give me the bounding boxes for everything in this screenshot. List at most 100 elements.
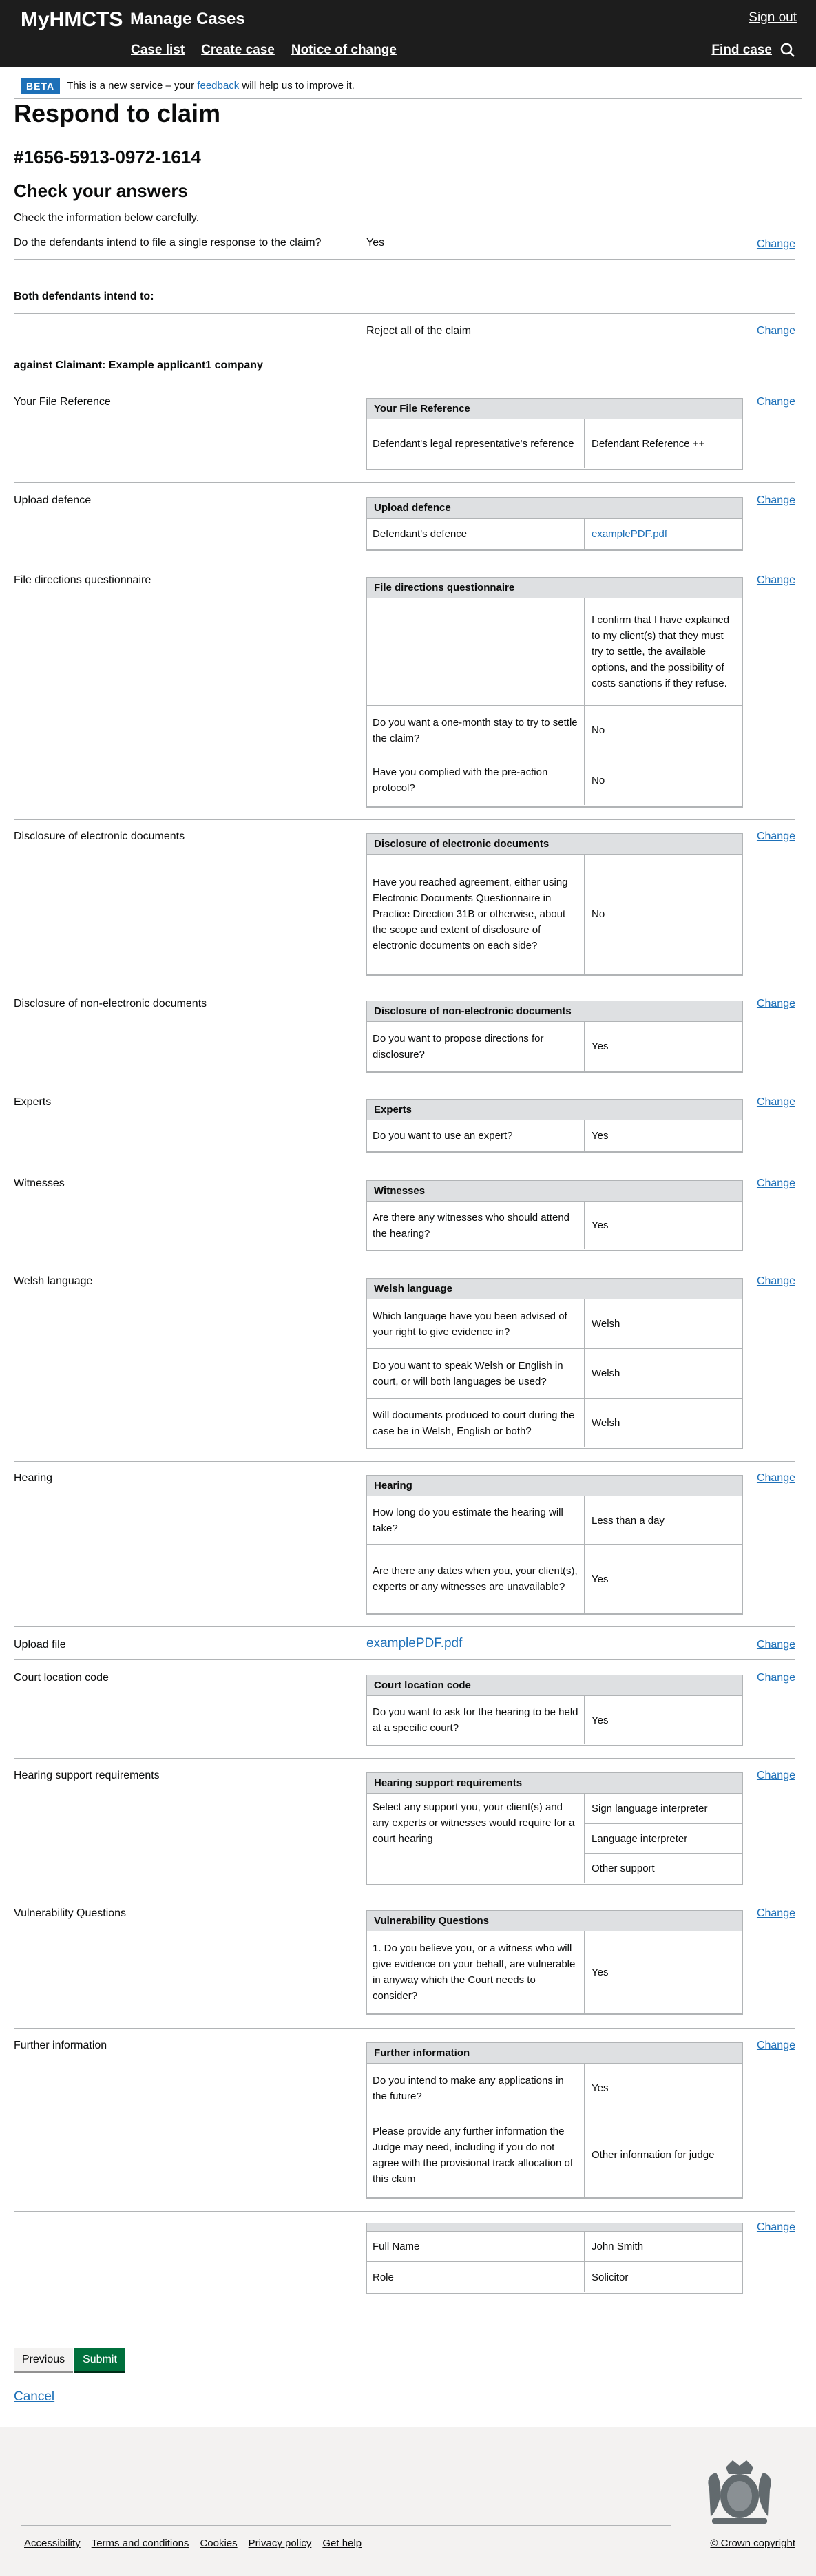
phase-banner: BETA This is a new service – your feedba… [14,73,802,99]
table-header: Upload defence [367,498,742,519]
change-link[interactable]: Change [757,1639,795,1651]
change-link[interactable]: Change [757,574,795,587]
table-question: Do you want a one-month stay to try to s… [367,706,585,755]
site-header: MyHMCTS Manage Cases Sign out Case list … [0,0,816,67]
change-link[interactable]: Change [757,325,795,337]
table-question: Are there any dates when you, your clien… [367,1545,585,1613]
table-question: Have you reached agreement, either using… [367,855,585,974]
change-link[interactable]: Change [757,238,795,251]
table-question: Will documents produced to court during … [367,1399,585,1447]
welsh-label: Welsh language [14,1275,93,1287]
footer-link-help[interactable]: Get help [322,2537,362,2549]
table-answer: Yes [592,2082,609,2094]
disclosure-non-electronic-label: Disclosure of non-electronic documents [14,998,207,1009]
table-answer: Yes [592,1714,609,1726]
divider [14,1461,795,1462]
crown-copyright-link[interactable]: © Crown copyright [710,2537,795,2549]
submit-button[interactable]: Submit [74,2348,125,2373]
table-answer: Welsh [592,1417,620,1429]
change-link[interactable]: Change [757,494,795,507]
change-link[interactable]: Change [757,1770,795,1782]
nav-create-case[interactable]: Create case [201,43,275,58]
court-location-label: Court location code [14,1672,109,1684]
change-link[interactable]: Change [757,396,795,408]
brand-logo[interactable]: MyHMCTS [21,8,123,32]
upload-file-link[interactable]: examplePDF.pdf [366,1636,462,1651]
crown-copyright: © Crown copyright [710,2537,795,2549]
table-question: Are there any witnesses who should atten… [367,1202,585,1249]
service-name[interactable]: Manage Cases [130,10,245,29]
table-question: Defendant's legal representative's refer… [367,419,585,468]
single-response-label: Do the defendants intend to file a singl… [14,237,322,249]
change-link[interactable]: Change [757,998,795,1010]
cancel-link[interactable]: Cancel [14,2389,54,2405]
upload-file-label: Upload file [14,1639,66,1651]
footer-link-terms[interactable]: Terms and conditions [92,2537,189,2549]
table-question [367,598,585,705]
table-question: Do you want to use an expert? [367,1120,585,1151]
vulnerability-label: Vulnerability Questions [14,1907,127,1919]
change-link[interactable]: Change [757,2040,795,2052]
change-link[interactable]: Change [757,1275,795,1288]
table-question: 1. Do you believe you, or a witness who … [367,1931,585,2013]
witnesses-table: Witnesses Are there any witnesses who sh… [366,1180,743,1251]
table-header: Experts [367,1100,742,1120]
experts-table: Experts Do you want to use an expert? Ye… [366,1099,743,1153]
table-header: Your File Reference [367,399,742,419]
table-question: Do you intend to make any applications i… [367,2064,585,2113]
find-case[interactable]: Find case [711,43,795,58]
defence-file-link[interactable]: examplePDF.pdf [592,526,667,542]
table-answer: Yes [592,1129,609,1142]
table-answer: Welsh [592,1368,620,1379]
hearing-support-label: Hearing support requirements [14,1770,160,1781]
table-row: How long do you estimate the hearing wil… [367,1496,742,1545]
change-link[interactable]: Change [757,1672,795,1684]
divider [14,2211,795,2212]
search-icon[interactable] [780,43,795,58]
support-item: Language interpreter [585,1824,742,1854]
change-link[interactable]: Change [757,830,795,843]
table-answer-list: Sign language interpreter Language inter… [585,1794,742,1883]
table-header: Hearing [367,1476,742,1496]
table-header: File directions questionnaire [367,578,742,598]
table-answer: Yes [592,1966,609,1978]
footer-link-cookies[interactable]: Cookies [200,2537,237,2549]
change-link[interactable]: Change [757,1472,795,1485]
table-answer: John Smith [592,2241,644,2252]
footer-link-privacy[interactable]: Privacy policy [249,2537,312,2549]
both-defendants-value: Reject all of the claim [366,325,472,337]
table-row: Do you want to propose directions for di… [367,1022,742,1071]
previous-button[interactable]: Previous [14,2348,73,2373]
nav-notice-of-change[interactable]: Notice of change [291,43,397,58]
table-answer: Welsh [592,1318,620,1330]
table-row: Full Name John Smith [367,2232,742,2262]
table-answer: examplePDF.pdf [585,519,742,549]
sign-out-link[interactable]: Sign out [749,10,797,25]
change-link[interactable]: Change [757,1177,795,1190]
divider [14,482,795,483]
case-number: #1656-5913-0972-1614 [14,147,201,167]
change-link[interactable]: Change [757,1907,795,1920]
hearing-support-table: Hearing support requirements Select any … [366,1772,743,1885]
change-link[interactable]: Change [757,2221,795,2234]
table-question: Which language have you been advised of … [367,1299,585,1348]
footer-link-accessibility[interactable]: Accessibility [24,2537,81,2549]
table-row: Will documents produced to court during … [367,1399,742,1447]
primary-nav: Case list Create case Notice of change [131,43,397,58]
beta-tag: BETA [21,78,61,94]
table-header [367,2223,742,2232]
dq-table: File directions questionnaire I confirm … [366,577,743,808]
site-footer: Accessibility Terms and conditions Cooki… [0,2427,816,2576]
change-link[interactable]: Change [757,1096,795,1109]
disclosure-non-electronic-table: Disclosure of non-electronic documents D… [366,1001,743,1073]
find-case-link[interactable]: Find case [711,43,772,58]
table-question: Please provide any further information t… [367,2113,585,2197]
table-row: Which language have you been advised of … [367,1299,742,1349]
nav-case-list[interactable]: Case list [131,43,185,58]
welsh-table: Welsh language Which language have you b… [366,1278,743,1449]
feedback-link[interactable]: feedback [197,80,239,92]
upload-defence-label: Upload defence [14,494,92,506]
upload-defence-table: Upload defence Defendant's defence examp… [366,497,743,551]
against-claimant-heading: against Claimant: Example applicant1 com… [14,359,263,371]
vulnerability-table: Vulnerability Questions 1. Do you believ… [366,1910,743,2015]
